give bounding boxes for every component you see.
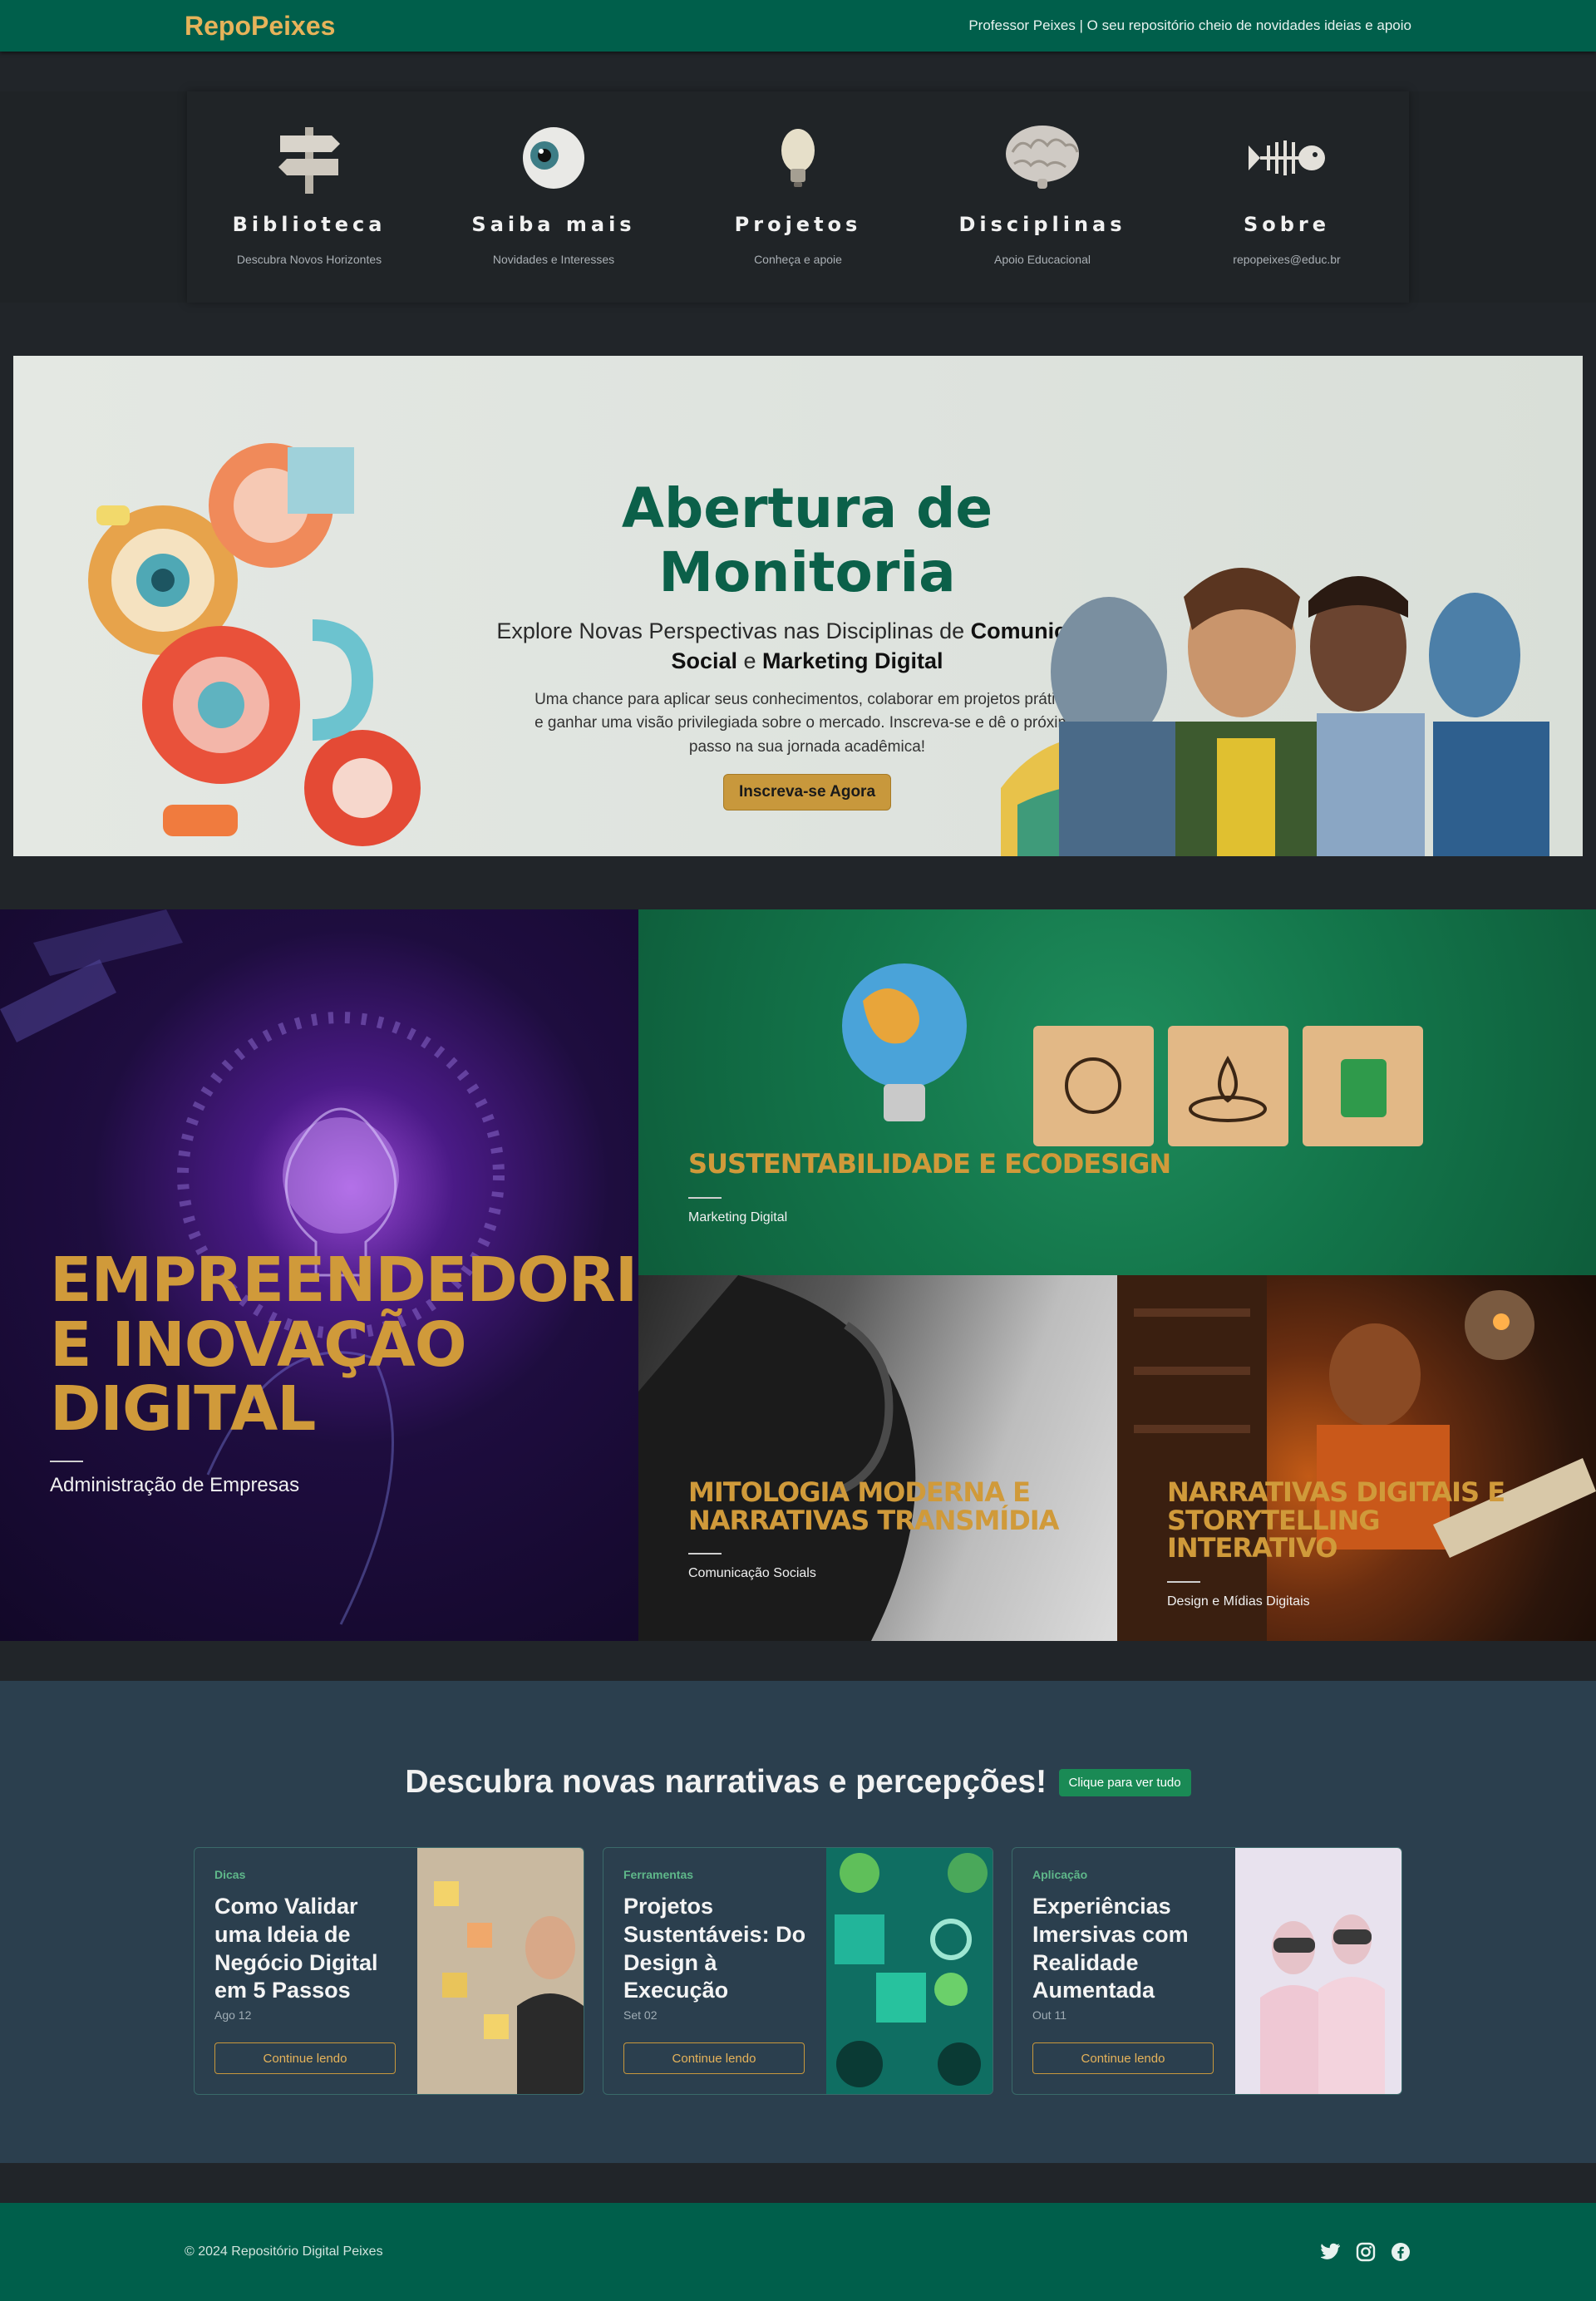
tile-caption: Mitologia Moderna e Narrativas Transmídi… bbox=[688, 1476, 1079, 1581]
tile-caption: Empreendedorismo e Inovação Digital Admi… bbox=[50, 1244, 638, 1497]
twitter-icon[interactable] bbox=[1320, 2241, 1342, 2263]
featured-tile-narrativas[interactable]: Narrativas Digitais e Storytelling Inter… bbox=[1117, 1275, 1596, 1641]
article-card[interactable]: Aplicação Experiências Imersivas com Rea… bbox=[1012, 1847, 1402, 2095]
continue-reading-button[interactable]: Continue lendo bbox=[214, 2042, 396, 2074]
instagram-icon[interactable] bbox=[1355, 2241, 1377, 2263]
nav-item-projetos[interactable]: Projetos Conheça e apoie bbox=[676, 91, 920, 303]
header-tagline: Professor Peixes | O seu repositório che… bbox=[968, 17, 1411, 33]
facebook-icon[interactable] bbox=[1390, 2241, 1411, 2263]
tile-title: Narrativas Digitais e Storytelling Inter… bbox=[1167, 1476, 1505, 1564]
discover-title: Descubra novas narrativas e percepções! bbox=[405, 1764, 1047, 1800]
top-navbar: RepoPeixes Professor Peixes | O seu repo… bbox=[0, 0, 1596, 52]
card-title: Experiências Imersivas com Realidade Aum… bbox=[1032, 1894, 1189, 2003]
feature-nav-row: Biblioteca Descubra Novos Horizontes Sai… bbox=[187, 91, 1409, 303]
nav-title: Sobre bbox=[1243, 213, 1331, 236]
article-card[interactable]: Dicas Como Validar uma Ideia de Negócio … bbox=[194, 1847, 584, 2095]
nav-item-disciplinas[interactable]: Disciplinas Apoio Educacional bbox=[920, 91, 1165, 303]
tile-divider bbox=[50, 1461, 83, 1463]
tile-category: Marketing Digital bbox=[688, 1210, 788, 1224]
nav-subtitle: Apoio Educacional bbox=[994, 253, 1091, 266]
card-title: Como Validar uma Ideia de Negócio Digita… bbox=[214, 1894, 378, 2003]
card-category: Aplicação bbox=[1032, 1868, 1088, 1881]
nav-subtitle: repopeixes@educ.br bbox=[1233, 253, 1341, 266]
continue-reading-button[interactable]: Continue lendo bbox=[623, 2042, 805, 2074]
card-title: Projetos Sustentáveis: Do Design à Execu… bbox=[623, 1894, 806, 2003]
tile-divider bbox=[1167, 1580, 1200, 1583]
tile-divider bbox=[688, 1553, 722, 1555]
signpost-icon bbox=[264, 116, 355, 200]
eye-icon bbox=[508, 116, 599, 200]
nav-item-saiba-mais[interactable]: Saiba mais Novidades e Interesses bbox=[431, 91, 676, 303]
nav-subtitle: Conheça e apoie bbox=[754, 253, 842, 266]
article-cards: Dicas Como Validar uma Ideia de Negócio … bbox=[194, 1847, 1402, 2097]
featured-tile-empreendedorismo[interactable]: Empreendedorismo e Inovação Digital Admi… bbox=[0, 909, 638, 1641]
discover-header: Descubra novas narrativas e percepções! … bbox=[0, 1764, 1596, 1801]
nav-subtitle: Descubra Novos Horizontes bbox=[236, 253, 382, 266]
brain-icon bbox=[997, 116, 1088, 200]
nav-item-biblioteca[interactable]: Biblioteca Descubra Novos Horizontes bbox=[187, 91, 431, 303]
hero-subtitle-text: e bbox=[736, 648, 763, 674]
hero-banner: Abertura de Monitoria Explore Novas Pers… bbox=[13, 356, 1583, 856]
featured-tile-mitologia[interactable]: Mitologia Moderna e Narrativas Transmídi… bbox=[638, 1275, 1117, 1641]
continue-reading-button[interactable]: Continue lendo bbox=[1032, 2042, 1214, 2074]
featured-courses-grid: Empreendedorismo e Inovação Digital Admi… bbox=[0, 909, 1596, 1641]
tile-category: Administração de Empresas bbox=[50, 1474, 300, 1497]
tile-divider bbox=[688, 1196, 722, 1199]
card-body: Dicas Como Validar uma Ideia de Negócio … bbox=[195, 1848, 417, 2094]
tile-category: Comunicação Socials bbox=[688, 1566, 816, 1581]
card-image-sticky-notes bbox=[417, 1848, 584, 2094]
card-category: Ferramentas bbox=[623, 1868, 694, 1881]
tile-caption: Narrativas Digitais e Storytelling Inter… bbox=[1167, 1476, 1558, 1609]
card-date: Ago 12 bbox=[214, 2008, 252, 2022]
discover-section: Descubra novas narrativas e percepções! … bbox=[0, 1681, 1596, 2163]
dark-sculpture-photo bbox=[638, 1275, 916, 1641]
nav-item-sobre[interactable]: Sobre repopeixes@educ.br bbox=[1165, 91, 1409, 303]
nav-title: Disciplinas bbox=[958, 213, 1126, 236]
brand-logo[interactable]: RepoPeixes bbox=[185, 11, 335, 42]
feature-nav-band: Biblioteca Descubra Novos Horizontes Sai… bbox=[0, 91, 1596, 303]
card-body: Ferramentas Projetos Sustentáveis: Do De… bbox=[603, 1848, 826, 2094]
nav-title: Saiba mais bbox=[471, 213, 636, 236]
tile-title: Mitologia Moderna e Narrativas Transmídi… bbox=[688, 1476, 1059, 1536]
abstract-shapes-illustration bbox=[63, 414, 446, 856]
social-links bbox=[1320, 2241, 1411, 2263]
site-footer: © 2024 Repositório Digital Peixes bbox=[0, 2203, 1596, 2301]
nav-title: Biblioteca bbox=[232, 213, 387, 236]
subscribe-button[interactable]: Inscreva-se Agora bbox=[722, 774, 892, 811]
card-image-plants bbox=[826, 1848, 993, 2094]
article-card[interactable]: Ferramentas Projetos Sustentáveis: Do De… bbox=[603, 1847, 993, 2095]
hero-description: Uma chance para aplicar seus conheciment… bbox=[534, 690, 1080, 756]
card-image-vr-headsets bbox=[1235, 1848, 1401, 2094]
tile-category: Design e Mídias Digitais bbox=[1167, 1594, 1310, 1609]
featured-tile-sustentabilidade[interactable]: Sustentabilidade e Ecodesign Marketing D… bbox=[638, 909, 1596, 1275]
card-date: Out 11 bbox=[1032, 2008, 1066, 2022]
card-category: Dicas bbox=[214, 1868, 246, 1881]
nav-title: Projetos bbox=[734, 213, 862, 236]
tile-caption: Sustentabilidade e Ecodesign Marketing D… bbox=[688, 1148, 1171, 1225]
nav-subtitle: Novidades e Interesses bbox=[492, 253, 615, 266]
lightbulb-icon bbox=[752, 116, 844, 200]
hero-subtitle-text: Explore Novas Perspectivas nas Disciplin… bbox=[496, 618, 971, 643]
fish-skeleton-icon bbox=[1241, 116, 1332, 200]
students-photo bbox=[1001, 555, 1549, 856]
tile-title: Sustentabilidade e Ecodesign bbox=[688, 1148, 1171, 1180]
tile-title: Empreendedorismo e Inovação Digital bbox=[50, 1244, 638, 1446]
see-all-button[interactable]: Clique para ver tudo bbox=[1058, 1768, 1191, 1796]
copyright-text: © 2024 Repositório Digital Peixes bbox=[185, 2244, 383, 2259]
card-date: Set 02 bbox=[623, 2008, 658, 2022]
card-body: Aplicação Experiências Imersivas com Rea… bbox=[1012, 1848, 1235, 2094]
hero-subtitle-bold: Marketing Digital bbox=[762, 648, 943, 674]
